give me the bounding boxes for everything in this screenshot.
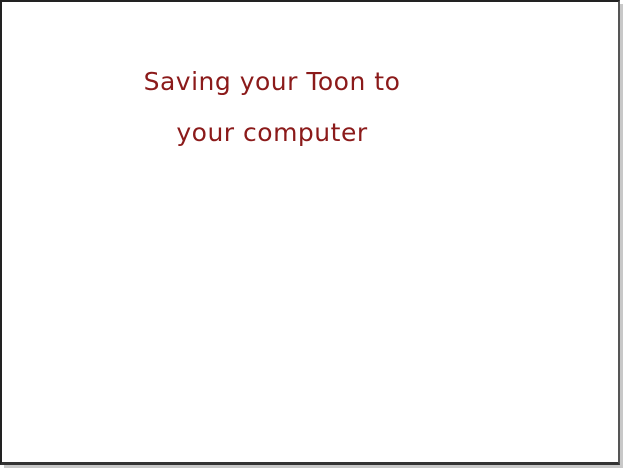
slide-title: Saving your Toon to your computer (82, 56, 462, 158)
frame-shadow-bottom (4, 465, 623, 468)
slide-title-line-1: Saving your Toon to (143, 67, 401, 96)
frame-shadow-right (620, 4, 623, 467)
slide-title-line-2: your computer (176, 118, 368, 147)
slide-frame: Saving your Toon to your computer (0, 0, 620, 465)
